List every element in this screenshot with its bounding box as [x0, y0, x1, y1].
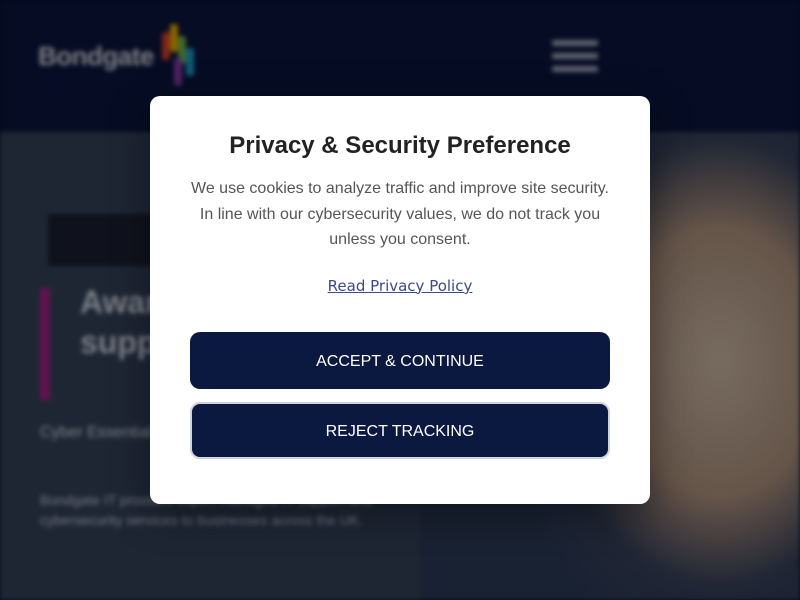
accept-continue-button[interactable]: ACCEPT & CONTINUE	[190, 331, 610, 389]
modal-description: We use cookies to analyze traffic and im…	[191, 180, 609, 249]
cookie-consent-modal: Privacy & Security Preference We use coo…	[150, 96, 650, 504]
reject-tracking-button[interactable]: REJECT TRACKING	[190, 401, 610, 459]
modal-title: Privacy & Security Preference	[229, 132, 571, 159]
privacy-policy-link[interactable]: Read Privacy Policy	[328, 277, 473, 295]
